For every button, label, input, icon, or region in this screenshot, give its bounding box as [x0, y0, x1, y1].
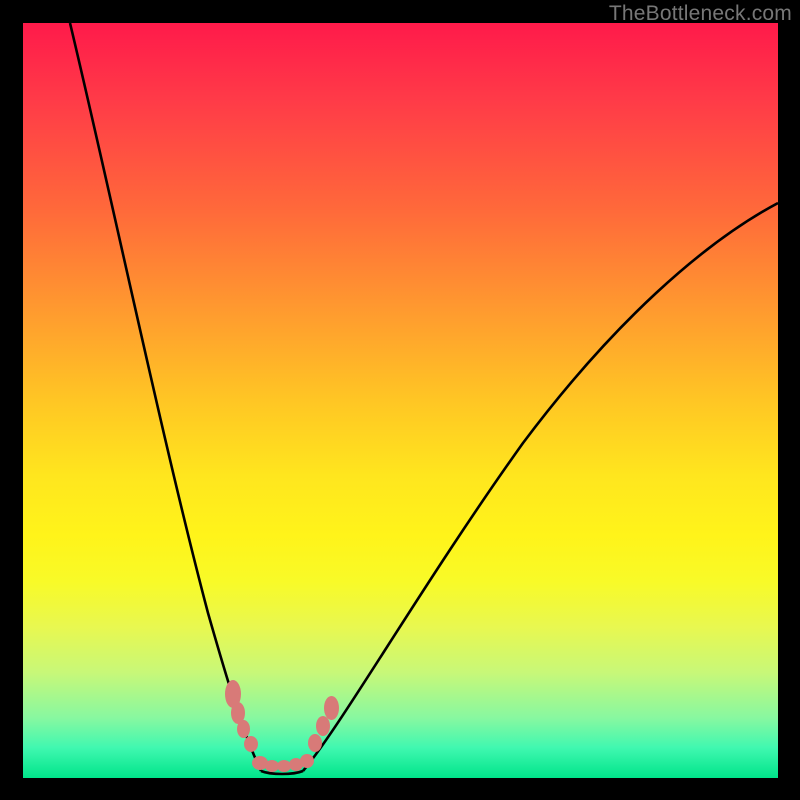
gradient-plot-area: [23, 23, 778, 778]
watermark-text: TheBottleneck.com: [609, 2, 792, 26]
